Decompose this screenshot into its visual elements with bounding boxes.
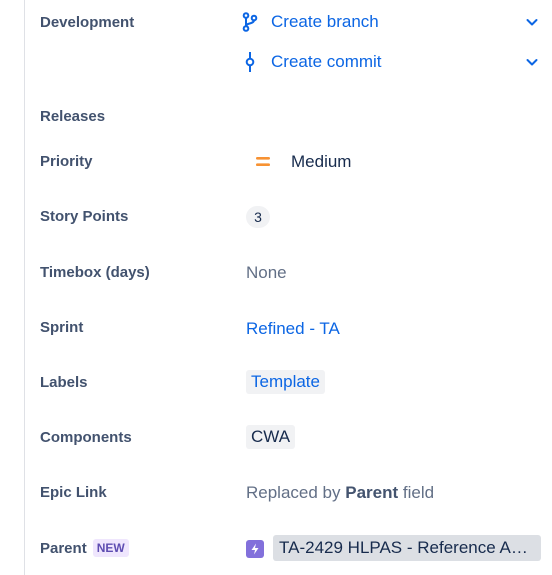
chevron-down-icon[interactable] [524,54,540,70]
epic-link-note: Replaced by Parent field [246,483,434,503]
field-label-parent: Parent NEW [40,539,129,557]
parent-issue-link[interactable]: TA-2429 HLPAS - Reference Architecture [273,535,541,561]
component-tag-cwa[interactable]: CWA [246,425,296,449]
sprint-link[interactable]: Refined - TA [246,319,340,339]
timebox-value[interactable]: None [246,263,287,283]
epic-icon [246,540,264,558]
panel-divider [24,0,25,575]
field-label-story-points: Story Points [40,208,129,225]
create-branch-button[interactable]: Create branch [240,8,540,36]
create-commit-label: Create commit [271,52,382,71]
parent-issue-text: TA-2429 HLPAS - Reference Architecture [279,538,533,557]
field-label-priority: Priority [40,153,93,170]
field-label-releases: Releases [40,108,106,125]
epic-link-prefix: Replaced by [246,483,346,502]
story-points-badge[interactable]: 3 [246,206,270,228]
branch-icon [240,11,260,33]
priority-value[interactable]: Medium [291,152,351,172]
parent-label-text: Parent [40,540,87,557]
epic-link-parent-word: Parent [345,483,399,502]
field-label-sprint: Sprint [40,319,84,336]
label-tag-template[interactable]: Template [246,370,325,394]
chevron-down-icon[interactable] [524,14,540,30]
field-label-components: Components [40,429,132,446]
field-label-timebox: Timebox (days) [40,264,150,281]
field-label-epic-link: Epic Link [40,484,107,501]
priority-medium-icon [255,154,271,175]
new-badge: NEW [92,539,129,557]
field-label-development: Development [40,14,135,31]
create-branch-label: Create branch [271,12,379,31]
create-commit-button[interactable]: Create commit [240,48,540,76]
field-label-labels: Labels [40,374,88,391]
epic-link-suffix: field [398,483,435,502]
commit-icon [240,51,260,73]
